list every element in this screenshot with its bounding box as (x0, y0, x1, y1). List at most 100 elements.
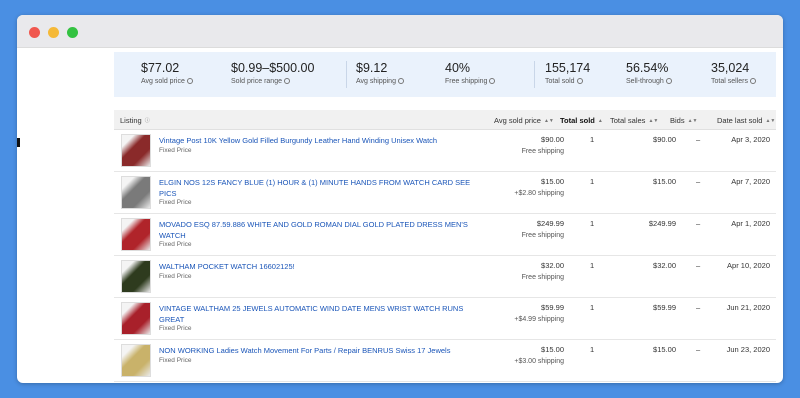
stat-label: Avg shipping (356, 78, 396, 85)
divider (534, 61, 535, 88)
stat-value: $9.12 (356, 61, 388, 75)
shipping-info: +$4.99 shipping (514, 316, 564, 323)
bids: – (696, 345, 701, 354)
item-title-link[interactable]: VINTAGE WALTHAM 25 JEWELS AUTOMATIC WIND… (159, 303, 489, 325)
table-row[interactable]: Vintage Post 10K Yellow Gold Filled Burg… (114, 130, 776, 172)
column-date-last-sold[interactable]: Date last sold ▲▼ (717, 116, 775, 125)
sort-icon[interactable]: ▲▼ (648, 118, 658, 124)
results-table: Listing ⓘ Avg sold price ▲▼ Total sold ▲ To… (114, 110, 776, 382)
item-thumbnail[interactable] (121, 134, 151, 167)
browser-window: $77.02 Avg sold price $0.99–$500.00 Sold… (17, 15, 783, 383)
bids: – (696, 135, 701, 144)
table-row[interactable]: VINTAGE WALTHAM 25 JEWELS AUTOMATIC WIND… (114, 298, 776, 340)
stat-sell-through: 56.54% Sell-through (626, 61, 672, 85)
sort-icon[interactable]: ▲▼ (544, 118, 554, 124)
item-format: Fixed Price (159, 147, 192, 154)
info-icon[interactable] (489, 78, 496, 84)
item-format: Fixed Price (159, 199, 192, 206)
shipping-info: +$3.00 shipping (514, 358, 564, 365)
minimize-window-button[interactable] (48, 27, 59, 38)
sort-ascending-icon[interactable]: ▲ (598, 118, 603, 124)
column-avg-sold-price[interactable]: Avg sold price ▲▼ (494, 116, 554, 125)
info-icon[interactable] (665, 78, 672, 84)
total-sold: 1 (590, 303, 595, 312)
date-last-sold: Apr 1, 2020 (731, 219, 770, 228)
item-thumbnail[interactable] (121, 218, 151, 251)
stat-label: Sold price range (231, 78, 282, 85)
stat-free-shipping: 40% Free shipping (445, 61, 496, 85)
sort-icon[interactable]: ▲▼ (765, 118, 775, 124)
shipping-info: Free shipping (521, 148, 564, 155)
item-thumbnail[interactable] (121, 176, 151, 209)
stat-total-sold: 155,174 Total sold (545, 61, 590, 85)
item-title-link[interactable]: NON WORKING Ladies Watch Movement For Pa… (159, 345, 489, 356)
stat-value: 35,024 (711, 61, 750, 75)
info-icon[interactable]: ⓘ (145, 117, 150, 124)
date-last-sold: Apr 3, 2020 (731, 135, 770, 144)
maximize-window-button[interactable] (67, 27, 78, 38)
table-row[interactable]: ELGIN NOS 12S FANCY BLUE (1) HOUR & (1) … (114, 172, 776, 214)
stat-avg-shipping: $9.12 Avg shipping (356, 61, 404, 85)
stat-avg-sold-price: $77.02 Avg sold price (141, 61, 193, 85)
stat-value: 56.54% (626, 61, 669, 75)
bids: – (696, 219, 701, 228)
stat-value: 155,174 (545, 61, 591, 75)
date-last-sold: Apr 7, 2020 (731, 177, 770, 186)
stat-label: Free shipping (445, 78, 488, 85)
item-format: Fixed Price (159, 273, 192, 280)
avg-sold-price: $59.99 (541, 303, 564, 312)
stat-label: Sell-through (626, 78, 664, 85)
total-sold: 1 (590, 219, 595, 228)
info-icon[interactable] (749, 78, 756, 84)
item-title-link[interactable]: Vintage Post 10K Yellow Gold Filled Burg… (159, 135, 489, 146)
column-total-sales[interactable]: Total sales ▲▼ (610, 116, 658, 125)
item-title-link[interactable]: MOVADO ESQ 87.59.886 WHITE AND GOLD ROMA… (159, 219, 489, 241)
bids: – (696, 303, 701, 312)
info-icon[interactable] (576, 78, 583, 84)
shipping-info: Free shipping (521, 274, 564, 281)
table-body: Vintage Post 10K Yellow Gold Filled Burg… (114, 130, 776, 382)
stat-value: $0.99–$500.00 (231, 61, 315, 75)
stat-label: Total sold (545, 78, 575, 85)
total-sales: $59.99 (653, 303, 676, 312)
shipping-info: +$2.80 shipping (514, 190, 564, 197)
item-title-link[interactable]: WALTHAM POCKET WATCH 16602125! (159, 261, 489, 272)
item-format: Fixed Price (159, 241, 192, 248)
page-content: $77.02 Avg sold price $0.99–$500.00 Sold… (17, 48, 783, 383)
total-sold: 1 (590, 345, 595, 354)
table-row[interactable]: WALTHAM POCKET WATCH 16602125! Fixed Pri… (114, 256, 776, 298)
avg-sold-price: $15.00 (541, 345, 564, 354)
item-title-link[interactable]: ELGIN NOS 12S FANCY BLUE (1) HOUR & (1) … (159, 177, 489, 199)
close-window-button[interactable] (29, 27, 40, 38)
stat-label: Avg sold price (141, 78, 185, 85)
title-bar (17, 15, 783, 48)
avg-sold-price: $15.00 (541, 177, 564, 186)
shipping-info: Free shipping (521, 232, 564, 239)
info-icon[interactable] (283, 78, 290, 84)
summary-bar: $77.02 Avg sold price $0.99–$500.00 Sold… (114, 52, 776, 97)
item-thumbnail[interactable] (121, 344, 151, 377)
table-row[interactable]: NON WORKING Ladies Watch Movement For Pa… (114, 340, 776, 382)
info-icon[interactable] (397, 78, 404, 84)
avg-sold-price: $32.00 (541, 261, 564, 270)
date-last-sold: Apr 10, 2020 (727, 261, 770, 270)
avg-sold-price: $90.00 (541, 135, 564, 144)
divider (346, 61, 347, 88)
stat-label: Total sellers (711, 78, 748, 85)
item-format: Fixed Price (159, 325, 192, 332)
total-sales: $15.00 (653, 177, 676, 186)
stat-value: 40% (445, 61, 471, 75)
column-bids[interactable]: Bids ▲▼ (670, 116, 698, 125)
item-thumbnail[interactable] (121, 260, 151, 293)
sort-icon[interactable]: ▲▼ (688, 118, 698, 124)
item-thumbnail[interactable] (121, 302, 151, 335)
total-sold: 1 (590, 177, 595, 186)
date-last-sold: Jun 23, 2020 (726, 345, 770, 354)
item-format: Fixed Price (159, 357, 192, 364)
column-total-sold[interactable]: Total sold ▲ (560, 116, 603, 125)
total-sales: $249.99 (648, 219, 676, 228)
info-icon[interactable] (186, 78, 193, 84)
total-sales: $15.00 (653, 345, 676, 354)
table-row[interactable]: MOVADO ESQ 87.59.886 WHITE AND GOLD ROMA… (114, 214, 776, 256)
stat-total-sellers: 35,024 Total sellers (711, 61, 756, 85)
